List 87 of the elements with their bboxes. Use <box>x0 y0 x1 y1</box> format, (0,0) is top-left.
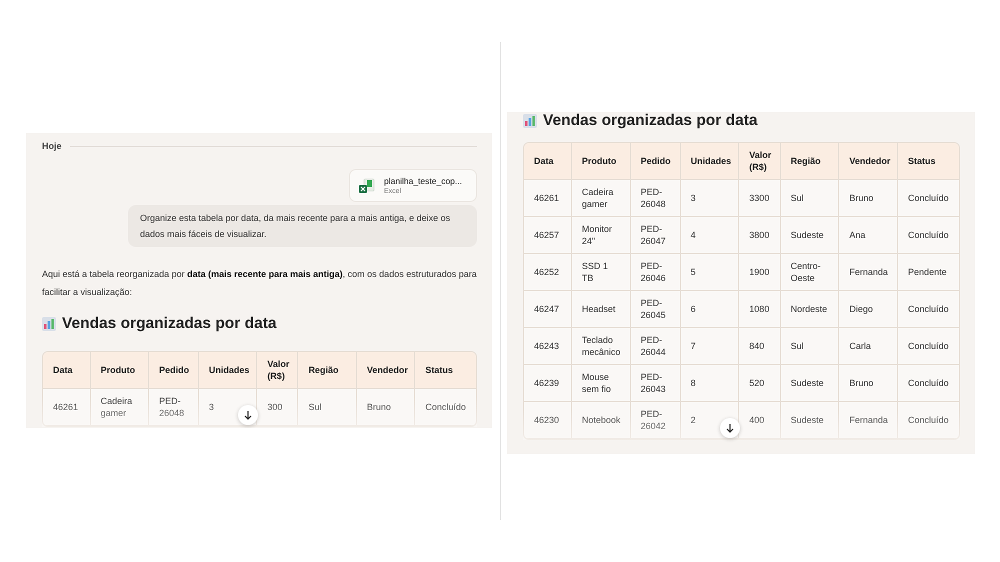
table-cell: 46252 <box>524 254 572 291</box>
table-cell: Fernanda <box>839 254 898 291</box>
table-cell: Sul <box>780 328 840 365</box>
bar-chart-icon <box>523 114 537 128</box>
date-separator: Hoje <box>42 141 62 151</box>
table-cell: Concluído <box>898 217 959 254</box>
table-cell: PED-26043 <box>630 365 681 402</box>
table-cell: PED-26045 <box>630 291 681 328</box>
table-cell: Sul <box>780 180 840 217</box>
table-cell: 520 <box>739 365 781 402</box>
column-header: Vendedor <box>356 352 416 389</box>
table-cell: Monitor 24" <box>572 217 631 254</box>
arrow-down-icon <box>724 423 734 433</box>
table-cell: 7 <box>680 328 740 365</box>
table-cell: 46257 <box>524 217 572 254</box>
user-message: Organize esta tabela por data, da mais recente para a mais antiga, e deixe os dados mais fáceis de visualizar. <box>128 205 477 247</box>
table-cell: Cadeira gamer <box>572 180 631 217</box>
spreadsheet-icon <box>358 176 376 194</box>
table-cell: Headset <box>572 291 631 328</box>
table-cell: Carla <box>839 328 898 365</box>
table-cell: 5 <box>680 254 740 291</box>
table-cell: 1900 <box>739 254 781 291</box>
column-header: Status <box>898 143 959 180</box>
table-cell: 6 <box>680 291 740 328</box>
table-cell: Sudeste <box>780 402 840 439</box>
table-cell: 1080 <box>739 291 781 328</box>
table-cell: Concluído <box>898 328 959 365</box>
table-cell: PED-26047 <box>630 217 681 254</box>
column-header: Data <box>43 352 91 389</box>
column-header: Produto <box>572 143 631 180</box>
table-cell: Teclado mecânico <box>572 328 631 365</box>
column-header: Valor (R$) <box>739 143 781 180</box>
table-cell: Sudeste <box>780 365 840 402</box>
table-cell: Nordeste <box>780 291 840 328</box>
reply-text: Aqui está a tabela reorganizada por data (mais recente para mais antiga), com os dados estruturados para facilitar a visualização: <box>42 268 477 299</box>
column-header: Status <box>415 352 476 389</box>
table-cell: Fernanda <box>839 402 898 439</box>
table-cell: PED-26048 <box>149 389 199 426</box>
table-cell: Sul <box>298 389 357 426</box>
table-cell: Mouse sem fio <box>572 365 631 402</box>
table-cell: 46261 <box>524 180 572 217</box>
table-cell: Sudeste <box>780 217 840 254</box>
table-cell: Pendente <box>898 254 959 291</box>
section-heading: Vendas organizadas por data <box>62 315 276 333</box>
column-header: Unidades <box>198 352 258 389</box>
table-cell: PED-26046 <box>630 254 681 291</box>
table-cell: SSD 1 TB <box>572 254 631 291</box>
table-cell: PED-26042 <box>630 402 681 439</box>
table-cell: Cadeira gamer <box>90 389 150 426</box>
table-cell: Bruno <box>839 180 898 217</box>
bar-chart-icon <box>42 317 56 331</box>
table-cell: Concluído <box>898 291 959 328</box>
table-cell: 8 <box>680 365 740 402</box>
table-cell: 3 <box>680 180 740 217</box>
table-cell: Concluído <box>415 389 476 426</box>
column-header: Região <box>298 352 357 389</box>
column-header: Data <box>524 143 572 180</box>
table-cell: 46261 <box>43 389 91 426</box>
table-cell: Diego <box>839 291 898 328</box>
table-cell: Bruno <box>356 389 416 426</box>
table-cell: 46243 <box>524 328 572 365</box>
table-cell: Concluído <box>898 180 959 217</box>
table-cell: Centro-Oeste <box>780 254 840 291</box>
table-cell: 3800 <box>739 217 781 254</box>
column-header: Pedido <box>149 352 199 389</box>
table-cell: 3300 <box>739 180 781 217</box>
table-cell: Concluído <box>898 402 959 439</box>
section-heading: Vendas organizadas por data <box>543 112 758 130</box>
table-cell: 46230 <box>524 402 572 439</box>
column-header: Produto <box>90 352 150 389</box>
column-header: Pedido <box>630 143 681 180</box>
table-cell: 4 <box>680 217 740 254</box>
table-cell: Bruno <box>839 365 898 402</box>
table-cell: 840 <box>739 328 781 365</box>
column-header: Região <box>780 143 840 180</box>
table-cell: 46239 <box>524 365 572 402</box>
column-header: Vendedor <box>839 143 898 180</box>
file-name: planilha_teste_cop... <box>384 176 462 186</box>
table-cell: Concluído <box>898 365 959 402</box>
table-cell: Ana <box>839 217 898 254</box>
column-header: Unidades <box>680 143 740 180</box>
table-cell: 46247 <box>524 291 572 328</box>
table-cell: PED-26048 <box>630 180 681 217</box>
column-header: Valor (R$) <box>257 352 298 389</box>
arrow-down-icon <box>242 410 252 420</box>
table-cell: Notebook <box>572 402 631 439</box>
table-cell: PED-26044 <box>630 328 681 365</box>
